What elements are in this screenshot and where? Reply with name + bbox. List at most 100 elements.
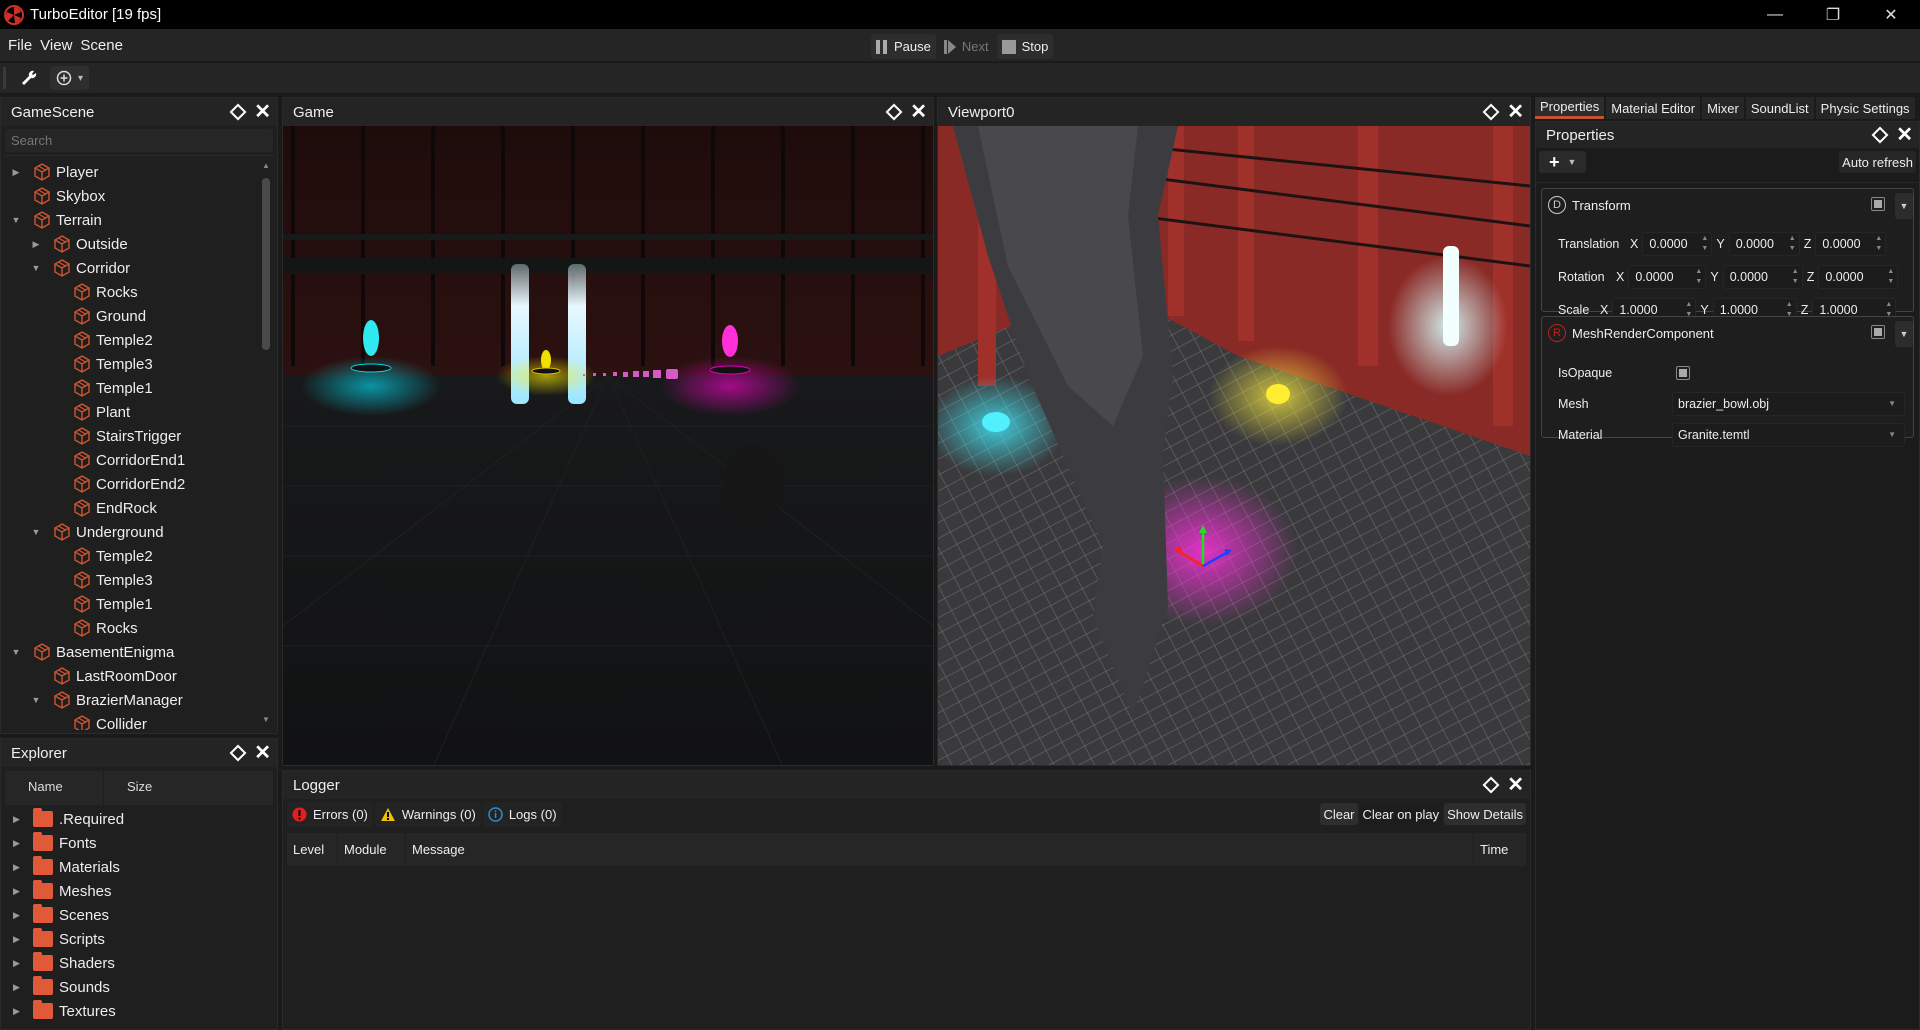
spinner-icon[interactable]: ▲ ▼ — [1701, 234, 1708, 254]
close-panel-icon[interactable]: ✕ — [1507, 775, 1524, 795]
folder-item[interactable]: ▶ Materials — [1, 855, 277, 879]
dock-icon[interactable] — [229, 103, 247, 121]
menu-view[interactable]: View — [36, 37, 76, 54]
tab-material-editor[interactable]: Material Editor — [1606, 97, 1701, 119]
tree-node[interactable]: Collider — [4, 712, 274, 730]
collapse-component-icon[interactable]: ▼ — [1895, 193, 1913, 219]
close-window-button[interactable]: ✕ — [1862, 0, 1920, 29]
tab-properties[interactable]: Properties — [1535, 97, 1605, 119]
tree-node[interactable]: Rocks — [4, 616, 274, 640]
mesh-select[interactable]: brazier_bowl.obj ▼ — [1672, 391, 1905, 416]
pause-button[interactable]: Pause — [871, 34, 936, 59]
scene-search-input[interactable]: Search — [5, 129, 273, 152]
dock-icon[interactable] — [1871, 126, 1889, 144]
rotation-y-field[interactable]: 0.0000 ▲ ▼ — [1722, 264, 1803, 289]
folder-item[interactable]: ▶ Fonts — [1, 831, 277, 855]
collapse-component-icon[interactable]: ▼ — [1895, 321, 1913, 347]
dock-icon[interactable] — [229, 744, 247, 762]
errors-filter[interactable]: Errors (0) — [287, 802, 373, 827]
tree-node[interactable]: Rocks — [4, 280, 274, 304]
column-level[interactable]: Level — [287, 833, 338, 866]
tree-node[interactable]: Ground — [4, 304, 274, 328]
expand-arrow-icon[interactable]: ▼ — [30, 263, 42, 273]
spinner-icon[interactable]: ▲ ▼ — [1887, 267, 1894, 287]
next-button[interactable]: Next — [939, 34, 994, 59]
tree-node[interactable]: Temple1 — [4, 376, 274, 400]
translation-x-field[interactable]: 0.0000 ▲ ▼ — [1642, 231, 1713, 256]
collapse-arrow-icon[interactable]: ▶ — [13, 958, 23, 969]
folder-item[interactable]: ▶ Meshes — [1, 879, 277, 903]
tree-node[interactable]: Plant — [4, 400, 274, 424]
collapse-arrow-icon[interactable]: ▶ — [13, 862, 23, 873]
logs-filter[interactable]: Logs (0) — [482, 802, 562, 827]
tree-node[interactable]: EndRock — [4, 496, 274, 520]
stop-button[interactable]: Stop — [996, 34, 1054, 59]
viewport-view[interactable] — [938, 126, 1530, 765]
tools-button[interactable] — [14, 66, 44, 90]
scroll-thumb[interactable] — [262, 178, 270, 350]
spinner-icon[interactable]: ▲ ▼ — [1695, 267, 1702, 287]
tree-node[interactable]: ▼ BasementEnigma — [4, 640, 274, 664]
restore-button[interactable]: ❐ — [1804, 0, 1862, 29]
tree-node[interactable]: CorridorEnd1 — [4, 448, 274, 472]
tree-node[interactable]: Temple2 — [4, 328, 274, 352]
tree-node[interactable]: Skybox — [4, 184, 274, 208]
translation-y-field[interactable]: 0.0000 ▲ ▼ — [1728, 231, 1800, 256]
tree-node[interactable]: ▼ Underground — [4, 520, 274, 544]
collapse-arrow-icon[interactable]: ▶ — [13, 934, 23, 945]
tree-node[interactable]: LastRoomDoor — [4, 664, 274, 688]
clear-on-play-toggle[interactable]: Clear on play — [1359, 803, 1443, 825]
close-panel-icon[interactable]: ✕ — [1896, 125, 1913, 145]
tab-soundlist[interactable]: SoundList — [1745, 97, 1814, 119]
collapse-arrow-icon[interactable]: ▶ — [30, 239, 42, 250]
rotation-z-field[interactable]: 0.0000 ▲ ▼ — [1818, 264, 1899, 289]
translation-z-field[interactable]: 0.0000 ▲ ▼ — [1815, 231, 1887, 256]
collapse-arrow-icon[interactable]: ▶ — [10, 167, 22, 178]
add-entity-dropdown[interactable]: ▾ — [50, 66, 90, 90]
spinner-icon[interactable]: ▲ ▼ — [1789, 234, 1796, 254]
tree-node[interactable]: ▶ Outside — [4, 232, 274, 256]
transform-header[interactable]: D Transform ▼ — [1542, 189, 1913, 221]
scroll-down-icon[interactable]: ▼ — [262, 716, 270, 724]
dock-icon[interactable] — [1482, 103, 1500, 121]
folder-item[interactable]: ▶ Textures — [1, 999, 277, 1023]
collapse-arrow-icon[interactable]: ▶ — [13, 1006, 23, 1017]
scroll-up-icon[interactable]: ▲ — [262, 162, 270, 170]
tab-mixer[interactable]: Mixer — [1702, 97, 1744, 119]
folder-item[interactable]: ▶ Shaders — [1, 951, 277, 975]
tree-node[interactable]: Temple3 — [4, 352, 274, 376]
menu-file[interactable]: File — [4, 37, 36, 54]
transform-enabled-checkbox[interactable] — [1871, 197, 1885, 211]
add-component-button[interactable]: + ▼ — [1539, 151, 1587, 173]
game-view[interactable] — [283, 126, 933, 765]
collapse-arrow-icon[interactable]: ▶ — [13, 982, 23, 993]
tree-node[interactable]: ▼ Corridor — [4, 256, 274, 280]
spinner-icon[interactable]: ▲ ▼ — [1792, 267, 1799, 287]
clear-button[interactable]: Clear — [1320, 803, 1358, 825]
folder-item[interactable]: ▶ Scenes — [1, 903, 277, 927]
folder-item[interactable]: ▶ Sounds — [1, 975, 277, 999]
collapse-arrow-icon[interactable]: ▶ — [13, 886, 23, 897]
rotation-x-field[interactable]: 0.0000 ▲ ▼ — [1628, 264, 1707, 289]
close-panel-icon[interactable]: ✕ — [1507, 102, 1524, 122]
column-name[interactable]: Name — [5, 771, 104, 805]
menu-scene[interactable]: Scene — [76, 37, 127, 54]
tree-node[interactable]: Temple2 — [4, 544, 274, 568]
folder-item[interactable]: ▶ Scripts — [1, 927, 277, 951]
close-panel-icon[interactable]: ✕ — [254, 102, 271, 122]
folder-item[interactable]: ▶ .Required — [1, 807, 277, 831]
toolbar-grip[interactable] — [3, 67, 6, 89]
tree-node[interactable]: CorridorEnd2 — [4, 472, 274, 496]
mesh-render-enabled-checkbox[interactable] — [1871, 325, 1885, 339]
mesh-render-header[interactable]: R MeshRenderComponent ▼ — [1542, 317, 1913, 349]
warnings-filter[interactable]: Warnings (0) — [374, 802, 481, 827]
column-time[interactable]: Time — [1474, 833, 1526, 866]
expand-arrow-icon[interactable]: ▼ — [30, 695, 42, 705]
column-message[interactable]: Message — [406, 833, 1474, 866]
tree-node[interactable]: ▼ Terrain — [4, 208, 274, 232]
spinner-icon[interactable]: ▲ ▼ — [1875, 234, 1882, 254]
dock-icon[interactable] — [1482, 776, 1500, 794]
show-details-button[interactable]: Show Details — [1444, 803, 1526, 825]
tree-node[interactable]: StairsTrigger — [4, 424, 274, 448]
collapse-arrow-icon[interactable]: ▶ — [13, 814, 23, 825]
